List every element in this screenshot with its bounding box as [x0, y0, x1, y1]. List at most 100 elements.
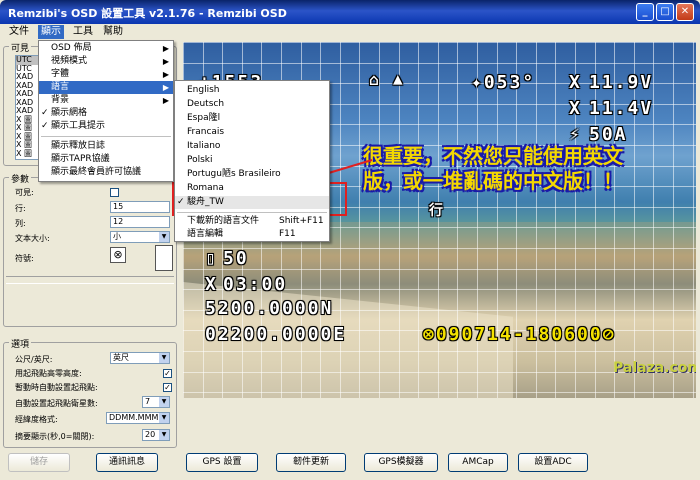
menu-item-show-grid[interactable]: ✓ 顯示網格: [39, 107, 173, 120]
min-sats-select[interactable]: 7 ▼: [142, 396, 170, 408]
menu-item-background[interactable]: 背景 ▶: [39, 94, 173, 107]
chevron-down-icon: ▼: [159, 413, 169, 423]
row-label: 行:: [15, 204, 26, 213]
lang-editor[interactable]: 語言編輯 F11: [175, 228, 329, 241]
osd-alt: 50: [223, 248, 249, 269]
menu-item-release-log[interactable]: 顯示釋放日誌: [39, 140, 173, 153]
symbol-label: 符號:: [15, 254, 34, 263]
menu-help[interactable]: 幫助: [100, 25, 126, 39]
grid-line: [183, 42, 696, 43]
maximize-button[interactable]: □: [656, 3, 674, 21]
color-swatch[interactable]: [155, 245, 173, 271]
auto-home-label: 暫動時自動設置起飛點:: [15, 383, 98, 392]
osd-lon: 02200.0000E: [205, 324, 347, 345]
chevron-right-icon: ▶: [162, 44, 169, 53]
grid-line: [692, 42, 694, 398]
menu-item-font[interactable]: 字體 ▶: [39, 68, 173, 81]
osd-lat: 5200.0000N: [205, 298, 334, 319]
grid-line: [379, 42, 380, 398]
grid-line: [359, 42, 361, 398]
auto-home-checkbox[interactable]: ✓: [163, 383, 172, 392]
annotation-note: 很重要，不然您只能使用英文版，或一堆亂碼的中文版！！: [363, 144, 623, 193]
slider-track[interactable]: [6, 276, 174, 284]
title-bar: Remzibi's OSD 設置工具 v2.1.76 - Remzibi OSD…: [0, 0, 700, 24]
row-field[interactable]: 15: [110, 201, 170, 213]
lang-italiano[interactable]: Italiano: [175, 140, 329, 153]
amcap-button[interactable]: AMCap: [448, 453, 508, 472]
min-sats-label: 自動設置起飛點衛星數:: [15, 399, 98, 408]
params-group: 參數: [3, 172, 177, 327]
menu-file[interactable]: 文件: [6, 25, 32, 39]
language-menu: English Deutsch Espa隆l Francais Italiano…: [174, 80, 330, 242]
grid-line: [653, 42, 655, 398]
chevron-down-icon: ▼: [159, 430, 169, 440]
menu-item-osd-layout[interactable]: OSD 佈局 ▶: [39, 42, 173, 55]
unit-value: 英尺: [113, 353, 129, 362]
osd-heading: ✦053°: [471, 72, 536, 93]
grid-line: [183, 268, 696, 270]
display-menu: OSD 佈局 ▶ 視頻模式 ▶ 字體 ▶ 語言 ▶ 背景 ▶ ✓ 顯示網格 ✓ 顯示工具提示 …: [38, 40, 174, 182]
close-button[interactable]: ✕: [676, 3, 694, 21]
visible-checkbox[interactable]: [110, 188, 119, 197]
col-field[interactable]: 12: [110, 216, 170, 228]
osd-time: 03:00: [223, 274, 288, 295]
text-size-select[interactable]: 小 ▼: [110, 231, 170, 243]
latlon-format-select[interactable]: DDMM.MMMM ▼: [106, 412, 170, 424]
lang-english[interactable]: English: [175, 84, 329, 97]
latlon-format-label: 經緯度格式:: [15, 415, 58, 424]
menu-item-language[interactable]: 語言 ▶: [39, 81, 173, 94]
lang-romana[interactable]: Romana: [175, 182, 329, 195]
osd-battery-v1: 11.9V: [589, 72, 654, 93]
chevron-right-icon: ▶: [162, 96, 169, 105]
text-size-label: 文本大小:: [15, 234, 50, 243]
chevron-down-icon: ▼: [159, 397, 169, 407]
visible-row-label: 可見:: [15, 188, 34, 197]
menu-bar: 文件 顯示 工具 幫助: [0, 24, 700, 40]
lang-deutsch[interactable]: Deutsch: [175, 98, 329, 111]
lang-zh-tw[interactable]: ✓ 駿舟_TW: [175, 196, 329, 209]
osd-datetime: ⊗090714-180600⊘: [423, 324, 616, 345]
symbol-preview-icon[interactable]: ⊗: [110, 247, 126, 263]
lang-espanol[interactable]: Espa隆l: [175, 112, 329, 125]
unit-select[interactable]: 英尺 ▼: [110, 352, 170, 364]
osd-battery-v2: 11.4V: [589, 98, 654, 119]
summary-select[interactable]: 20 ▼: [142, 429, 170, 441]
col-label: 列:: [15, 219, 26, 228]
params-group-label: 參數: [9, 172, 32, 185]
osd-timer-icon: X: [205, 274, 218, 295]
menu-tools[interactable]: 工具: [70, 25, 96, 39]
home-alt-zero-checkbox[interactable]: ✓: [163, 369, 172, 378]
shirt-icon: ▲: [393, 69, 405, 88]
menu-display[interactable]: 顯示: [38, 25, 64, 39]
menu-item-eula[interactable]: 顯示最終會員許可協議: [39, 166, 173, 179]
lang-download[interactable]: 下載新的語言文件 Shift+F11: [175, 215, 329, 228]
osd-amps-prefix: ⚡: [569, 124, 582, 145]
comm-info-button[interactable]: 通訊訊息: [96, 453, 158, 472]
save-button[interactable]: 儲存: [8, 453, 70, 472]
menu-item-tapr[interactable]: 顯示TAPR協議: [39, 153, 173, 166]
grid-line: [183, 62, 696, 64]
lang-polski[interactable]: Polski: [175, 154, 329, 167]
chevron-down-icon: ▼: [159, 353, 169, 363]
osd-v2-prefix: X: [569, 98, 582, 119]
minimize-button[interactable]: _: [636, 3, 654, 21]
text-size-value: 小: [113, 232, 121, 241]
grid-line: [418, 42, 420, 398]
grid-line: [183, 248, 696, 249]
gps-simulator-button[interactable]: GPS模擬器: [364, 453, 438, 472]
menu-item-show-tooltips[interactable]: ✓ 顯示工具提示: [39, 120, 173, 133]
chevron-down-icon: ▼: [159, 232, 169, 242]
min-sats-value: 7: [145, 397, 151, 406]
grid-line: [633, 42, 635, 398]
lang-portugues[interactable]: Portugu陋s Brasileiro: [175, 168, 329, 181]
gps-settings-button[interactable]: GPS 設置: [186, 453, 258, 472]
check-icon: ✓: [177, 197, 185, 207]
home-icon: ⌂: [369, 70, 381, 89]
window-title: Remzibi's OSD 設置工具 v2.1.76 - Remzibi OSD: [8, 7, 287, 20]
adc-settings-button[interactable]: 設置ADC: [518, 453, 588, 472]
check-icon: ✓: [41, 121, 49, 131]
menu-item-video-mode[interactable]: 視頻模式 ▶: [39, 55, 173, 68]
firmware-update-button[interactable]: 韌件更新: [276, 453, 346, 472]
unit-label: 公尺/英尺:: [15, 355, 53, 364]
lang-francais[interactable]: Francais: [175, 126, 329, 139]
